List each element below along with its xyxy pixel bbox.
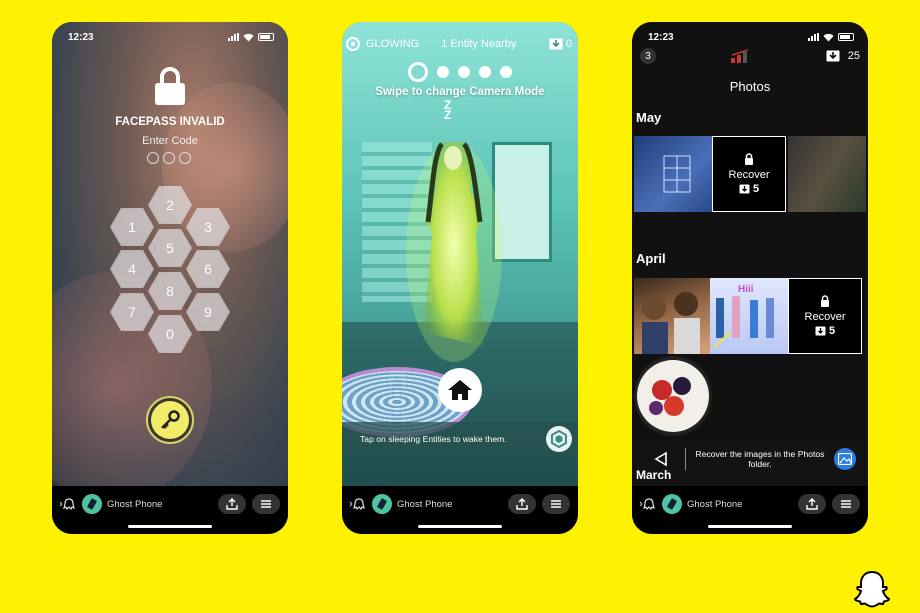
code-dots bbox=[147, 152, 191, 164]
tap-hint-bar: Tap on sleeping Entities to wake them. bbox=[342, 422, 578, 456]
entity-icon[interactable] bbox=[546, 426, 572, 452]
tap-hint: Tap on sleeping Entities to wake them. bbox=[360, 434, 507, 444]
photo-thumbnail-blurred bbox=[788, 136, 866, 212]
menu-button[interactable] bbox=[832, 494, 860, 514]
download-icon bbox=[549, 38, 563, 50]
ghost-entity[interactable] bbox=[404, 132, 504, 362]
lock-icon bbox=[821, 295, 829, 307]
share-button[interactable] bbox=[798, 494, 826, 514]
home-icon bbox=[448, 380, 472, 400]
signal-icon bbox=[228, 33, 239, 41]
toast-message: Recover the images in the Photos folder. bbox=[695, 449, 825, 469]
share-icon bbox=[806, 498, 818, 510]
photos-title: Photos bbox=[729, 79, 771, 94]
camera-header: GLOWING 1 Entity Nearby 0 bbox=[346, 34, 572, 54]
key-1[interactable]: 1 bbox=[110, 208, 154, 246]
photos-header: 3 25 bbox=[632, 46, 868, 66]
phone-photos-screen: 12:23 3 25 Photos May Recover 5 April Hi… bbox=[632, 22, 868, 534]
status-time: 12:23 bbox=[648, 31, 674, 43]
mode-dot[interactable] bbox=[437, 66, 449, 78]
home-indicator bbox=[418, 525, 502, 528]
ghost-phone-icon bbox=[372, 494, 392, 514]
key-6[interactable]: 6 bbox=[186, 250, 230, 288]
app-label: Ghost Phone bbox=[107, 498, 163, 510]
toast-back-button[interactable] bbox=[636, 448, 686, 470]
snapchat-ghost-logo bbox=[854, 570, 890, 608]
phone-lock-screen: 12:23 FACEPASS INVALID Enter Code 2 1 3 … bbox=[52, 22, 288, 534]
ghost-phone-icon bbox=[82, 494, 102, 514]
ghost-back-icon[interactable] bbox=[346, 493, 368, 515]
section-may: May bbox=[636, 110, 662, 125]
share-icon bbox=[516, 498, 528, 510]
download-icon bbox=[815, 326, 826, 336]
menu-icon bbox=[551, 500, 561, 508]
status-bar: 12:23 bbox=[68, 30, 274, 44]
share-button[interactable] bbox=[508, 494, 536, 514]
mode-dot[interactable] bbox=[458, 66, 470, 78]
home-button[interactable] bbox=[438, 368, 482, 412]
key-5[interactable]: 5 bbox=[148, 229, 192, 267]
sleep-indicator: Z Z bbox=[444, 98, 452, 122]
mode-dot[interactable] bbox=[500, 66, 512, 78]
mode-dot-active[interactable] bbox=[408, 62, 428, 82]
phone-camera-screen: GLOWING 1 Entity Nearby 0 Swipe to chang… bbox=[342, 22, 578, 534]
ghost-back-icon[interactable] bbox=[56, 493, 78, 515]
menu-icon bbox=[841, 500, 851, 508]
mode-dot[interactable] bbox=[479, 66, 491, 78]
section-march: March bbox=[636, 468, 672, 482]
battery-icon bbox=[258, 33, 274, 41]
share-button[interactable] bbox=[218, 494, 246, 514]
recover-button[interactable]: Recover 5 bbox=[712, 136, 786, 212]
glow-mode-icon bbox=[346, 37, 360, 51]
lock-icon bbox=[745, 153, 753, 165]
key-unlock-button[interactable] bbox=[146, 396, 194, 444]
notification-badge[interactable]: 3 bbox=[640, 48, 656, 64]
swipe-hint: Swipe to change Camera Mode bbox=[375, 86, 545, 98]
ghost-back-icon[interactable] bbox=[636, 493, 658, 515]
status-time: 12:23 bbox=[68, 31, 94, 43]
wifi-icon bbox=[823, 33, 834, 41]
back-arrow-icon bbox=[653, 451, 667, 467]
menu-button[interactable] bbox=[252, 494, 280, 514]
menu-icon bbox=[261, 500, 271, 508]
download-icon bbox=[739, 184, 750, 194]
signal-icon bbox=[808, 33, 819, 41]
photos-screen: 12:23 3 25 Photos May Recover 5 April Hi… bbox=[632, 22, 868, 486]
app-label: Ghost Phone bbox=[687, 498, 743, 510]
download-icon bbox=[826, 50, 840, 62]
photo-thumbnail[interactable]: Hiii bbox=[710, 278, 788, 354]
photo-thumbnail[interactable] bbox=[634, 278, 710, 354]
camera-mode-label: GLOWING bbox=[366, 38, 420, 50]
bottom-bar: Ghost Phone bbox=[52, 486, 288, 534]
home-indicator bbox=[708, 525, 792, 528]
key-icon bbox=[161, 410, 180, 429]
bottom-bar: Ghost Phone bbox=[342, 486, 578, 534]
camera-screen: GLOWING 1 Entity Nearby 0 Swipe to chang… bbox=[342, 22, 578, 486]
download-count: 25 bbox=[847, 50, 860, 62]
section-april: April bbox=[636, 251, 666, 266]
battery-icon bbox=[838, 33, 854, 41]
home-indicator bbox=[128, 525, 212, 528]
bottom-bar: Ghost Phone bbox=[632, 486, 868, 534]
lock-icon bbox=[155, 67, 185, 105]
recover-button[interactable]: Recover 5 bbox=[788, 278, 862, 354]
photos-folder-icon[interactable] bbox=[834, 448, 856, 470]
status-bar: 12:23 bbox=[648, 30, 854, 44]
wifi-icon bbox=[243, 33, 254, 41]
facepass-title: FACEPASS INVALID bbox=[115, 116, 225, 128]
camera-mode-selector[interactable] bbox=[408, 62, 512, 82]
enter-code-label: Enter Code bbox=[142, 135, 198, 147]
menu-button[interactable] bbox=[542, 494, 570, 514]
signal-strength-icon bbox=[730, 49, 749, 63]
ghost-phone-icon bbox=[662, 494, 682, 514]
svg-text:Hiii: Hiii bbox=[738, 284, 754, 295]
entity-nearby-label: 1 Entity Nearby bbox=[441, 38, 517, 50]
photo-thumbnail[interactable] bbox=[634, 356, 712, 436]
app-label: Ghost Phone bbox=[397, 498, 453, 510]
download-count: 0 bbox=[549, 38, 572, 50]
share-icon bbox=[226, 498, 238, 510]
photo-thumbnail[interactable] bbox=[634, 136, 712, 212]
lock-screen: 12:23 FACEPASS INVALID Enter Code 2 1 3 … bbox=[52, 22, 288, 486]
